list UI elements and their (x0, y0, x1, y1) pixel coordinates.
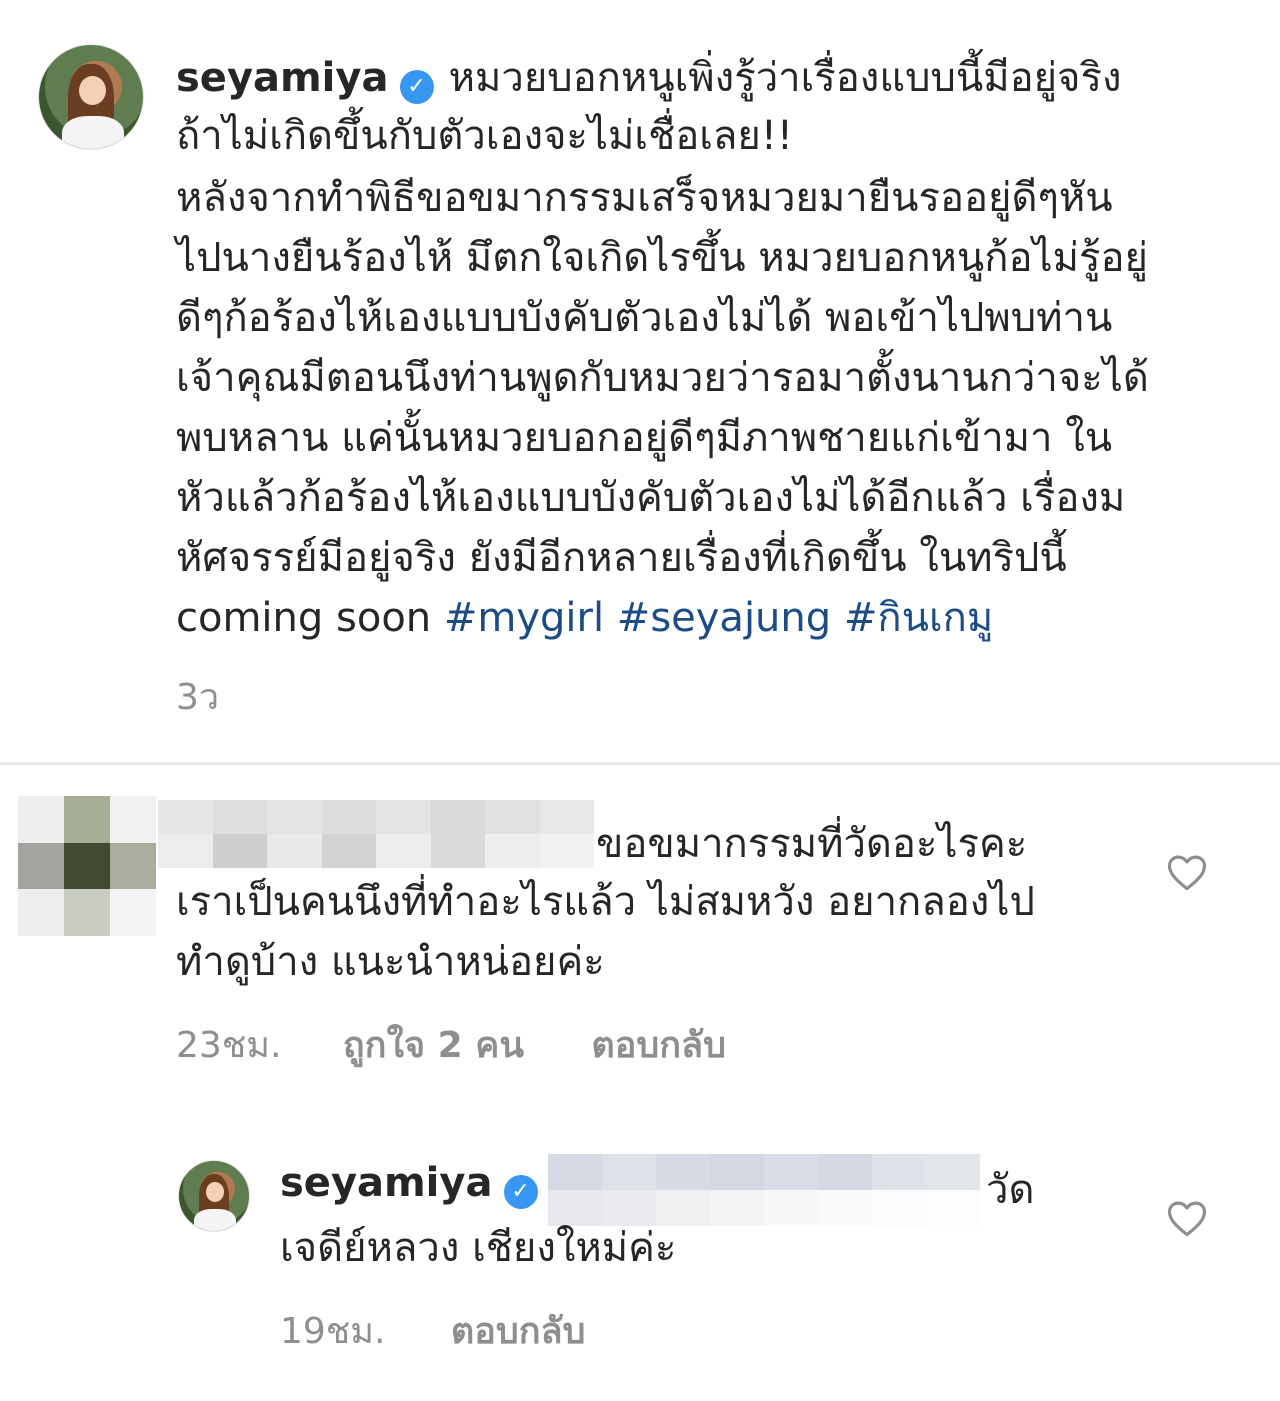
reply-reply-button[interactable]: ตอบกลับ (451, 1311, 586, 1352)
caption-line: เจ้าคุณมีตอนนึงท่านพูดกับหมวยว่ารอมาตั้ง… (176, 355, 1149, 401)
like-heart-icon[interactable] (1166, 852, 1208, 892)
reply-meta: 19ชม. ตอบกลับ (280, 1302, 585, 1359)
post-caption: ถ้าไม่เกิดขึ้นกับตัวเองจะไม่เชื่อเลย!! ห… (176, 106, 1256, 648)
post-username[interactable]: seyamiya (176, 55, 388, 101)
commenter-username-pixelated[interactable] (158, 800, 594, 868)
comment-text-line: ทำดูบ้าง แนะนำหน่อยค่ะ (176, 939, 605, 985)
comment-timestamp: 23ชม. (176, 1025, 282, 1066)
caption-text: coming soon (176, 595, 432, 641)
reply-text-line: เจดีย์หลวง เชียงใหม่ค่ะ (280, 1225, 677, 1271)
commenter-avatar-pixelated[interactable] (18, 796, 156, 936)
caption-last-line: coming soon #mygirl #seyajung #กินเกมู (176, 588, 1256, 648)
comment-likes-link[interactable]: ถูกใจ 2 คน (343, 1025, 524, 1066)
caption-line: หมวยบอกหนูเพิ่งรู้ว่าเรื่องแบบนี้มีอยู่จ… (448, 55, 1122, 101)
reply-timestamp: 19ชม. (280, 1311, 386, 1352)
caption-line: หัวแล้วก้อร้องไห้เองแบบบังคับตัวเองไม่ได… (176, 475, 1126, 521)
hashtag-link[interactable]: #กินเกมู (844, 595, 993, 641)
comment-text-line: เราเป็นคนนึงที่ทำอะไรแล้ว ไม่สมหวัง อยาก… (176, 879, 1035, 925)
reply-username[interactable]: seyamiya (280, 1160, 492, 1206)
post-avatar[interactable] (38, 44, 144, 150)
post-timestamp: 3ว (176, 677, 220, 718)
hashtag-link[interactable]: #mygirl (444, 595, 604, 641)
comment-reply-button[interactable]: ตอบกลับ (591, 1025, 726, 1066)
reply-avatar[interactable] (178, 1160, 250, 1232)
caption-line: ดีๆก้อร้องไห้เองแบบบังคับตัวเองไม่ได้ พอ… (176, 295, 1113, 341)
caption-line: พบหลาน แค่นั้นหมวยบอกอยู่ดีๆมีภาพชายแก่เ… (176, 415, 1113, 461)
comment-meta: 23ชม. ถูกใจ 2 คน ตอบกลับ (176, 1016, 726, 1073)
post-header-line: seyamiya ✓ หมวยบอกหนูเพิ่งรู้ว่าเรื่องแบ… (176, 48, 1122, 108)
reply-text-line: วัด (986, 1167, 1035, 1213)
mentioned-username-pixelated[interactable] (548, 1154, 980, 1226)
hashtag-link[interactable]: #seyajung (617, 595, 831, 641)
divider (0, 762, 1280, 765)
like-heart-icon[interactable] (1166, 1198, 1208, 1238)
caption-line: ถ้าไม่เกิดขึ้นกับตัวเองจะไม่เชื่อเลย!! (176, 113, 793, 159)
caption-line: หัศจรรย์มีอยู่จริง ยังมีอีกหลายเรื่องที่… (176, 535, 1067, 581)
caption-line: ไปนางยืนร้องไห้ มึตกใจเกิดไรขึ้น หมวยบอก… (176, 235, 1148, 281)
reply-header-line: seyamiya ✓ (280, 1160, 538, 1209)
comment-text-line: ขอขมากรรมที่วัดอะไรคะ (596, 821, 1028, 867)
verified-badge-icon: ✓ (399, 69, 434, 104)
caption-line: หลังจากทำพิธีขอขมากรรมเสร็จหมวยมายืนรออย… (176, 175, 1113, 221)
verified-badge-icon: ✓ (503, 1174, 538, 1209)
